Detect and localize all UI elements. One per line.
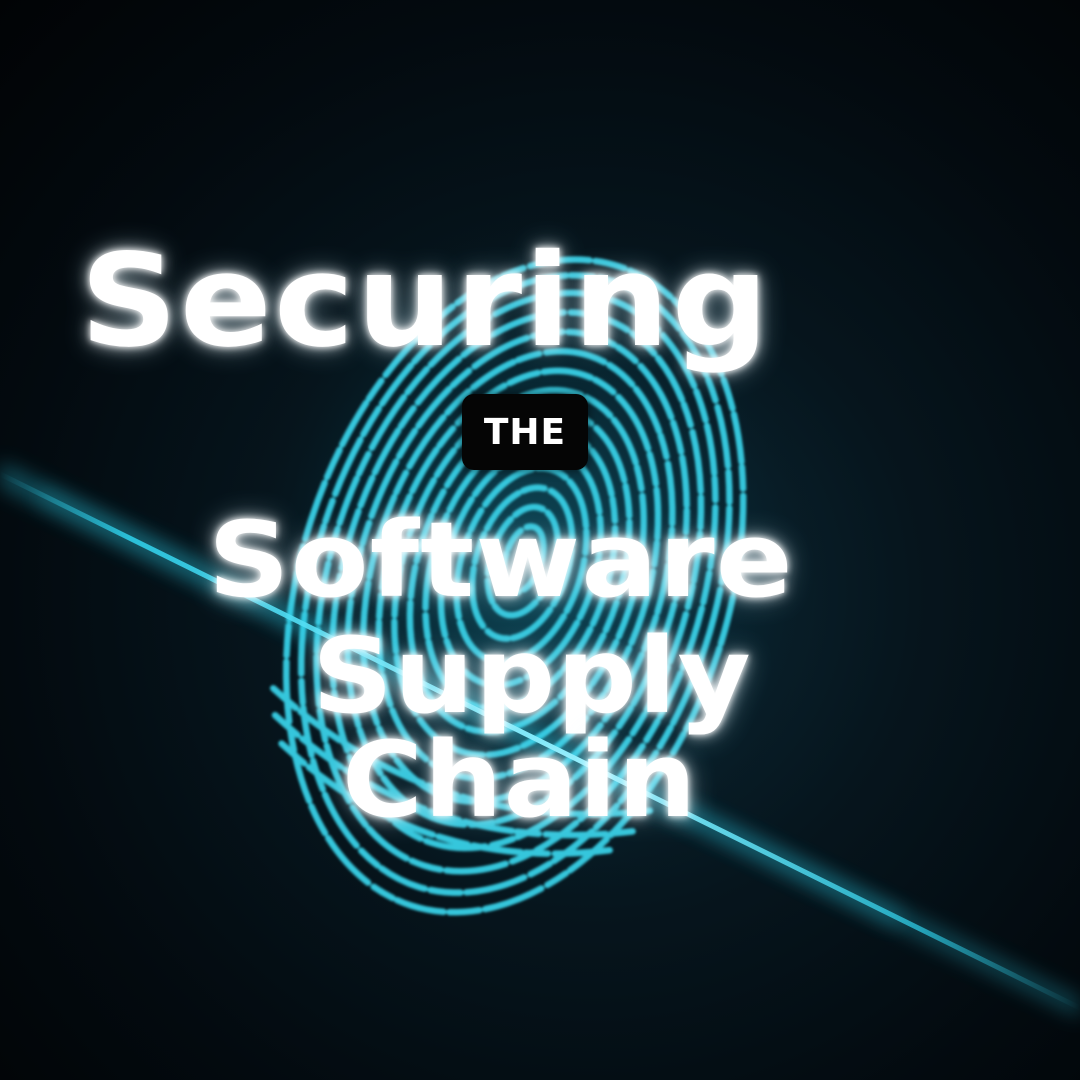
headline-chain: Chain [342, 719, 698, 841]
headline-securing: Securing [80, 227, 771, 376]
headline-software: Software [208, 499, 794, 621]
headline-supply: Supply [312, 615, 752, 737]
the-badge-label: THE [483, 411, 567, 453]
poster: Securing THE Software Supply Chain [0, 0, 1080, 1080]
the-badge: THE [462, 394, 588, 470]
